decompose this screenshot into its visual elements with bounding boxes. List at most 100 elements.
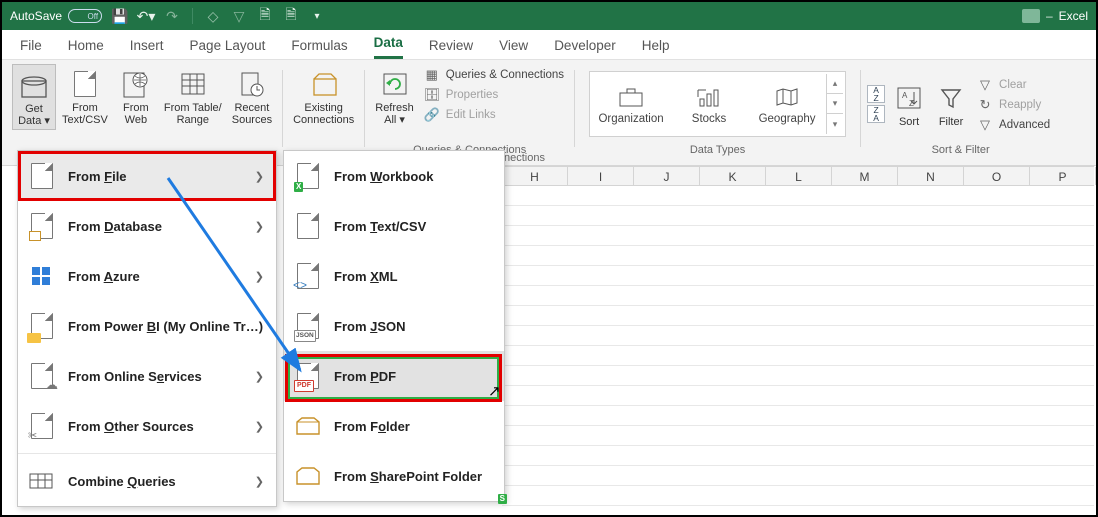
menu-item-icon [294,212,322,240]
menu-item-icon: ✂ [28,412,56,440]
web-icon [120,68,152,100]
page-config-icon[interactable]: 🗎 [283,8,299,24]
menu-item-combine-queries[interactable]: Combine Queries❯ [18,456,276,506]
autosave-toggle[interactable]: AutoSave Off [10,9,102,23]
chevron-right-icon: ❯ [255,475,264,488]
tab-help[interactable]: Help [642,38,670,59]
menu-item-from-pdf[interactable]: PDFFrom PDF [284,351,504,401]
tab-formulas[interactable]: Formulas [291,38,347,59]
filter-clear-icon[interactable]: ▽ [231,8,247,24]
sort-icon: AZ [893,82,925,114]
col-header-P[interactable]: P [1030,167,1096,185]
gallery-more-icon[interactable]: ▾ [827,114,843,134]
menu-item-label: From Power BI (My Online Tr…) [68,319,264,334]
tab-data[interactable]: Data [374,35,403,59]
datatype-stocks[interactable]: Stocks [670,79,748,129]
menu-item-icon: S [294,462,322,490]
menu-item-icon [294,412,322,440]
refresh-all-button[interactable]: Refresh All ▾ [371,64,418,128]
sort-button[interactable]: AZ Sort [889,78,929,130]
stocks-icon [695,83,723,111]
menu-item-from-database[interactable]: From Database❯ [18,201,276,251]
menu-item-label: From Azure [68,269,243,284]
menu-item-label: From Workbook [334,169,492,184]
menu-item-from-other-sources[interactable]: ✂From Other Sources❯ [18,401,276,451]
tab-review[interactable]: Review [429,38,473,59]
column-headers: HIJKLMNOP [502,166,1094,186]
redo-icon[interactable]: ↷ [164,8,180,24]
properties-button[interactable]: 🗄Properties [420,86,568,104]
menu-item-icon [28,262,56,290]
from-web-button[interactable]: From Web [114,64,158,128]
menu-item-label: From Online Services [68,369,243,384]
gallery-scroll: ▴ ▾ ▾ [826,74,843,134]
menu-item-icon: PDF [294,362,322,390]
menu-item-from-sharepoint-folder[interactable]: SFrom SharePoint Folder [284,451,504,501]
sort-asc-button[interactable]: AZ [867,85,885,103]
menu-item-icon: ☁ [28,362,56,390]
queries-connections-button[interactable]: ▦Queries & Connections [420,66,568,84]
gallery-down-icon[interactable]: ▾ [827,94,843,114]
textcsv-icon [69,68,101,100]
svg-text:A: A [902,91,908,100]
menu-item-icon: JSON [294,312,322,340]
reapply-button[interactable]: ↻Reapply [973,96,1054,114]
get-data-button[interactable]: Get Data ▾ [12,64,56,130]
recent-sources-button[interactable]: Recent Sources [228,64,276,128]
menu-item-from-power-bi-my-online-tr[interactable]: From Power BI (My Online Tr…) [18,301,276,351]
menu-item-icon [28,467,56,495]
col-header-M[interactable]: M [832,167,898,185]
reapply-icon: ↻ [977,97,993,113]
undo-icon[interactable]: ↶▾ [138,8,154,24]
col-header-L[interactable]: L [766,167,832,185]
sort-desc-button[interactable]: ZA [867,105,885,123]
gallery-up-icon[interactable]: ▴ [827,74,843,94]
tab-view[interactable]: View [499,38,528,59]
menu-item-from-xml[interactable]: <>From XML [284,251,504,301]
tab-insert[interactable]: Insert [130,38,164,59]
menu-item-from-workbook[interactable]: X From Workbook [284,151,504,201]
from-table-button[interactable]: From Table/ Range [160,64,226,128]
menu-item-from-azure[interactable]: From Azure❯ [18,251,276,301]
avatar [1022,9,1040,23]
from-textcsv-button[interactable]: From Text/CSV [58,64,112,128]
advanced-filter-button[interactable]: ▽Advanced [973,116,1054,134]
filter-button[interactable]: Filter [931,78,971,130]
col-header-I[interactable]: I [568,167,634,185]
account-area[interactable]: – Excel [1022,9,1088,23]
spreadsheet-grid[interactable] [502,186,1094,513]
menu-item-icon [28,212,56,240]
save-icon[interactable]: 💾 [112,8,128,24]
menu-item-from-text-csv[interactable]: From Text/CSV [284,201,504,251]
menu-item-icon: X [294,162,322,190]
tab-developer[interactable]: Developer [554,38,616,59]
col-header-N[interactable]: N [898,167,964,185]
menu-item-from-online-services[interactable]: ☁From Online Services❯ [18,351,276,401]
tab-file[interactable]: File [20,38,42,59]
data-types-gallery: Organization Stocks Geography ▴ ▾ ▾ [589,71,846,137]
tab-page-layout[interactable]: Page Layout [190,38,266,59]
datatype-geography[interactable]: Geography [748,79,826,129]
filter-icon [935,82,967,114]
menu-item-label: From Other Sources [68,419,243,434]
from-file-submenu: XFrom WorkbookFrom Text/CSV<>From XMLJSO… [283,150,505,502]
existing-connections-button[interactable]: Existing Connections [289,64,358,128]
menu-item-from-json[interactable]: JSONFrom JSON [284,301,504,351]
datatype-organization[interactable]: Organization [592,79,670,129]
menu-item-label: From XML [334,269,492,284]
clear-filter-button[interactable]: ▽Clear [973,76,1054,94]
briefcase-icon [617,83,645,111]
menu-item-icon [28,312,56,340]
menu-item-label: From Text/CSV [334,219,492,234]
menu-item-from-folder[interactable]: From Folder [284,401,504,451]
col-header-J[interactable]: J [634,167,700,185]
col-header-H[interactable]: H [502,167,568,185]
menu-item-from-file[interactable]: From File❯ [18,151,276,201]
qat-more-icon[interactable]: ▾ [309,8,325,24]
edit-links-button[interactable]: 🔗Edit Links [420,106,568,124]
col-header-K[interactable]: K [700,167,766,185]
eraser-icon[interactable]: ◇ [205,8,221,24]
page-add-icon[interactable]: 🗎 [257,8,273,24]
col-header-O[interactable]: O [964,167,1030,185]
tab-home[interactable]: Home [68,38,104,59]
